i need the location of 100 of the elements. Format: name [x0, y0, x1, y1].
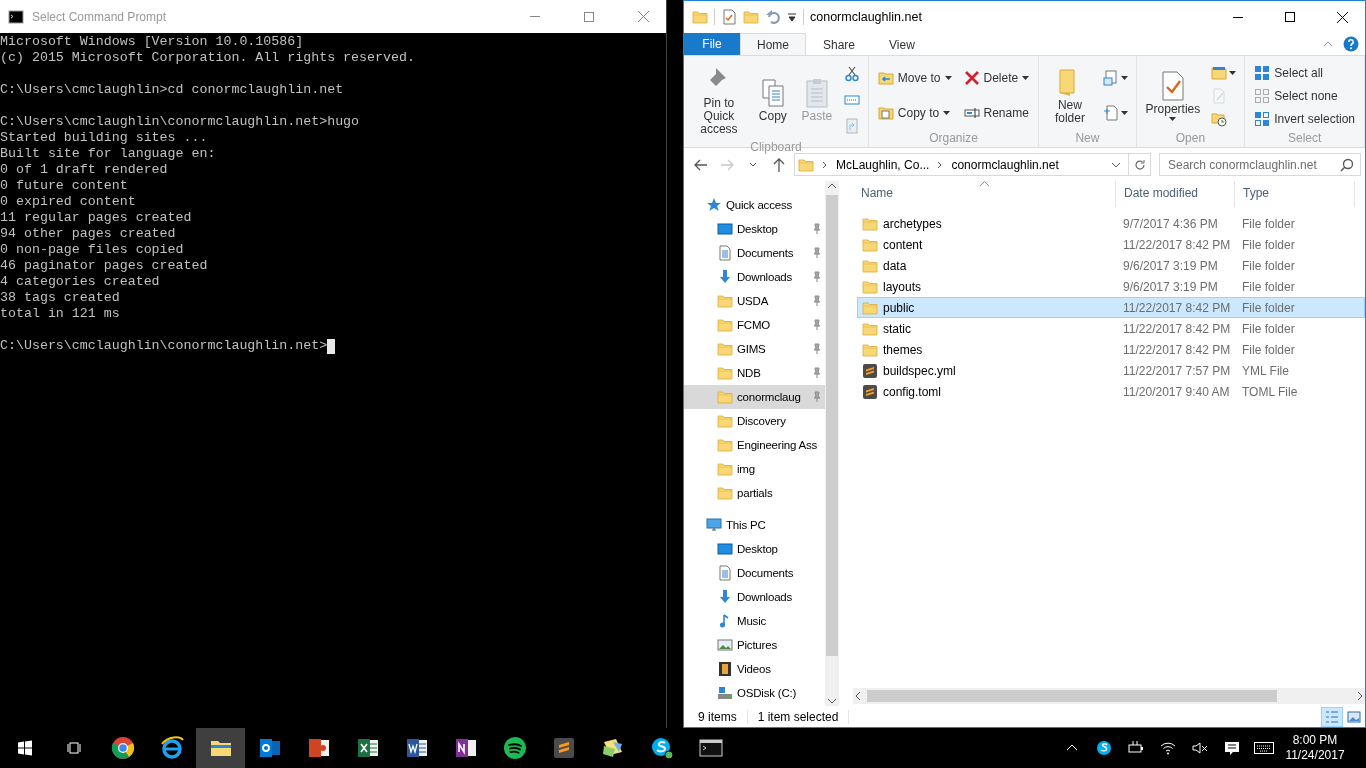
ribbon-button[interactable]: Delete [961, 68, 1032, 89]
file-name: buildspec.yml [883, 363, 956, 378]
nav-item[interactable]: Downloads [684, 265, 825, 289]
date-cell-text: 9/6/2017 3:19 PM [1122, 258, 1219, 273]
nav-item[interactable]: FCMO [684, 313, 825, 337]
chat-icon [1096, 740, 1112, 756]
scrollbar[interactable] [853, 688, 1365, 704]
nav-item[interactable]: Pictures [684, 633, 825, 657]
date-cell-text: 11/22/2017 8:42 PM [1122, 300, 1232, 315]
file-name: archetypes [883, 216, 942, 231]
nav-item[interactable]: Documents [684, 241, 825, 265]
ribbon-button[interactable]: Select all [1252, 62, 1357, 83]
search-field[interactable]: Search conormclaughlin.net [1159, 153, 1361, 176]
text-cursor [327, 338, 336, 354]
ribbon-button[interactable]: Select none [1252, 85, 1357, 106]
nav-item[interactable]: OSDisk (C:) [684, 681, 825, 705]
scrollbar[interactable] [825, 181, 839, 706]
terminal-icon [698, 736, 723, 760]
console-line: total in 121 ms [0, 306, 120, 322]
sort-caret-icon [980, 181, 989, 186]
file-tab[interactable]: File [684, 33, 740, 55]
file-row[interactable]: content 11/22/2017 8:42 PM File folder [857, 234, 1365, 255]
photos-icon [600, 736, 625, 760]
breadcrumb[interactable]: conormclaughlin.net [951, 157, 1059, 172]
group-label: Clipboard [749, 140, 803, 154]
open-icon [1211, 64, 1228, 81]
taskbar-app[interactable] [196, 728, 245, 768]
easy-access-icon [1102, 104, 1119, 121]
nav-item[interactable]: NDB [684, 361, 825, 385]
ribbon-tab[interactable]: View [872, 33, 932, 55]
select-all-icon [1254, 64, 1271, 81]
date-cell-text: 11/22/2017 7:57 PM [1122, 363, 1232, 378]
group-label: Open [1174, 131, 1207, 145]
minimize-icon [1233, 16, 1243, 18]
address-bar[interactable]: McLaughlin, Co... conormclaughlin.net [794, 153, 1151, 176]
nav-item[interactable]: Desktop [684, 537, 825, 561]
file-row[interactable]: layouts 9/6/2017 3:19 PM File folder [857, 276, 1365, 297]
download-icon [717, 589, 733, 605]
close-icon [1336, 11, 1348, 23]
file-row[interactable]: data 9/6/2017 3:19 PM File folder [857, 255, 1365, 276]
file-row[interactable]: themes 11/22/2017 8:42 PM File folder [857, 339, 1365, 360]
path-icon [843, 92, 860, 108]
column-header[interactable]: Type [1235, 181, 1355, 207]
drive-icon [717, 685, 733, 701]
ribbon-icon-button[interactable] [842, 65, 861, 83]
pin-icon [811, 271, 823, 283]
nav-item[interactable]: Music [684, 609, 825, 633]
folder-icon [862, 320, 878, 337]
file-row[interactable]: public 11/22/2017 8:42 PM File folder [857, 297, 1365, 318]
nav-item[interactable]: This PC [684, 513, 825, 537]
column-header[interactable]: Name [853, 181, 1116, 207]
breadcrumb[interactable]: McLaughlin, Co... [836, 157, 930, 172]
nav-item[interactable]: Downloads [684, 585, 825, 609]
search-icon [1340, 157, 1354, 172]
editor-icon [551, 736, 576, 760]
ribbon-button[interactable]: Rename [961, 102, 1032, 123]
file-name: public [883, 300, 915, 315]
nav-item[interactable]: GIMS [684, 337, 825, 361]
task-view-icon [65, 740, 82, 756]
ribbon-tab[interactable]: Share [806, 33, 873, 55]
nav-item[interactable]: conormclaug [684, 385, 825, 409]
ribbon-tab[interactable]: Home [740, 33, 806, 55]
file-row[interactable]: static 11/22/2017 8:42 PM File folder [857, 318, 1365, 339]
ribbon-button[interactable]: New folder [1046, 64, 1094, 127]
caret-icon [1022, 76, 1030, 81]
file-row[interactable]: buildspec.yml 11/22/2017 7:57 PM YML File [857, 360, 1365, 381]
nav-item[interactable]: Documents [684, 561, 825, 585]
date-cell-text: 9/6/2017 3:19 PM [1122, 279, 1219, 294]
caret-icon [1120, 76, 1128, 81]
nav-item[interactable]: img [684, 457, 825, 481]
edit-icon [1211, 87, 1228, 104]
nav-item[interactable]: USDA [684, 289, 825, 313]
nav-item[interactable]: Discovery [684, 409, 825, 433]
ribbon-button[interactable]: Copy to [875, 102, 954, 123]
notebook-icon [453, 736, 478, 760]
ribbon-button[interactable]: Pin to Quick access [691, 62, 747, 138]
clock[interactable]: 8:00 PM 11/24/2017 [1280, 733, 1350, 763]
ribbon-button[interactable]: Invert selection [1252, 108, 1357, 129]
ribbon-button[interactable]: Properties [1143, 68, 1203, 123]
nav-item[interactable]: Engineering Ass [684, 433, 825, 457]
ribbon-icon-button[interactable] [1101, 69, 1129, 88]
type-cell-text: File folder [1241, 216, 1296, 231]
desktop-icon [717, 541, 733, 557]
spreadsheet-icon [355, 736, 380, 760]
group-label: New [1074, 131, 1101, 145]
date-cell-text: 11/22/2017 8:42 PM [1122, 237, 1232, 252]
file-row[interactable]: config.toml 11/20/2017 9:40 AM TOML File [857, 381, 1365, 402]
nav-item[interactable]: Desktop [684, 217, 825, 241]
column-header[interactable]: Date modified [1116, 181, 1235, 207]
nav-item[interactable]: partials [684, 481, 825, 505]
dropdown-icon [787, 12, 797, 22]
globe-icon [159, 736, 184, 760]
folder-icon [862, 278, 878, 295]
ribbon-button[interactable]: Copy [754, 75, 791, 125]
ribbon-button[interactable]: Move to [875, 68, 954, 89]
collapse-icon [1323, 39, 1333, 49]
ribbon-icon-button[interactable] [1101, 103, 1129, 122]
nav-item[interactable]: Videos [684, 657, 825, 681]
nav-item[interactable]: Quick access [684, 193, 825, 217]
file-row[interactable]: archetypes 9/7/2017 4:36 PM File folder [857, 213, 1365, 234]
